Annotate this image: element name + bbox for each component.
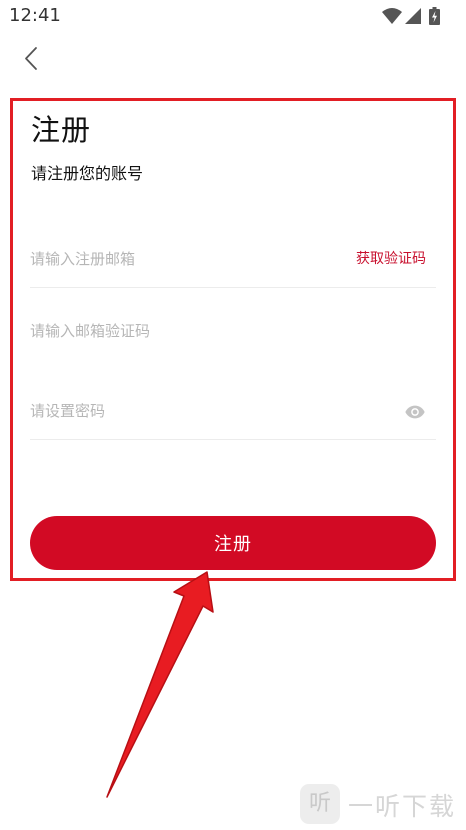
wifi-icon — [382, 8, 402, 24]
page-title: 注册 — [31, 113, 92, 147]
battery-icon — [429, 7, 440, 25]
email-field-row: 获取验证码 — [30, 232, 436, 288]
register-submit-button[interactable]: 注册 — [30, 516, 436, 570]
page-subtitle: 请注册您的账号 — [31, 164, 144, 183]
watermark-text: 一听下载 — [348, 792, 457, 821]
watermark-logo: 听 — [300, 784, 340, 824]
chevron-left-icon — [25, 47, 37, 70]
signal-icon — [405, 8, 421, 24]
status-time: 12:41 — [9, 5, 61, 26]
email-input[interactable] — [30, 232, 330, 286]
watermark: 听 一听下载 — [300, 784, 460, 824]
register-page: 12:41 注册 请注册您的账号 获取验证码 — [0, 0, 466, 830]
eye-icon[interactable] — [404, 401, 426, 423]
email-code-input[interactable] — [30, 304, 330, 358]
password-field-row — [30, 384, 436, 440]
code-field-row — [30, 304, 436, 364]
password-input[interactable] — [30, 384, 330, 438]
get-code-button[interactable]: 获取验证码 — [356, 248, 426, 268]
status-bar: 12:41 — [0, 0, 466, 32]
back-button[interactable] — [14, 44, 48, 74]
